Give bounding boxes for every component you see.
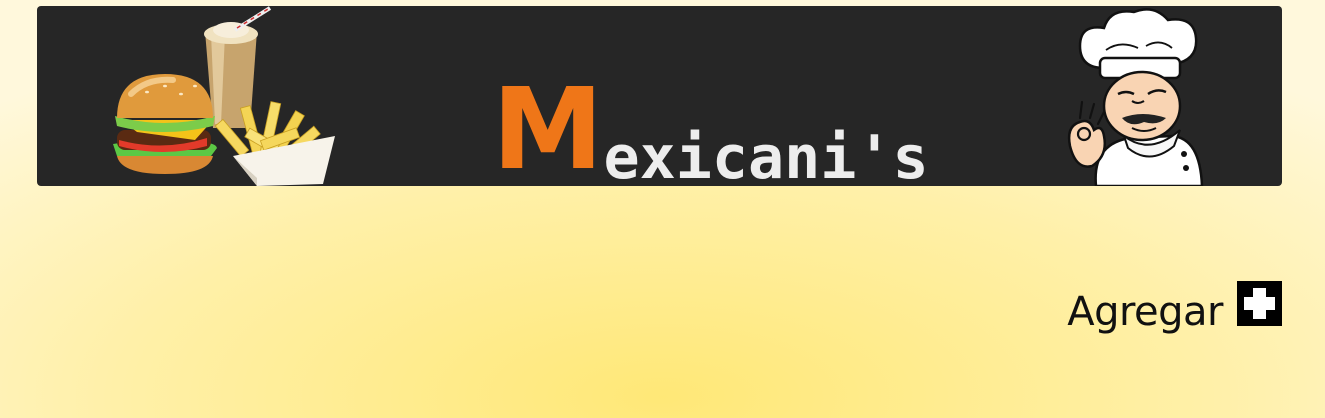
site-header: Mexicani's (37, 6, 1282, 186)
brand-first-letter: M (492, 65, 603, 186)
brand-name-rest: exicani's (603, 123, 929, 186)
chef-illustration-icon (1067, 8, 1204, 186)
add-label: Agregar (1067, 289, 1223, 335)
food-illustration-icon (113, 6, 335, 186)
add-item-button[interactable]: Agregar (1067, 281, 1282, 332)
plus-box-icon[interactable] (1237, 281, 1282, 326)
brand-logo: Mexicani's (492, 74, 929, 186)
